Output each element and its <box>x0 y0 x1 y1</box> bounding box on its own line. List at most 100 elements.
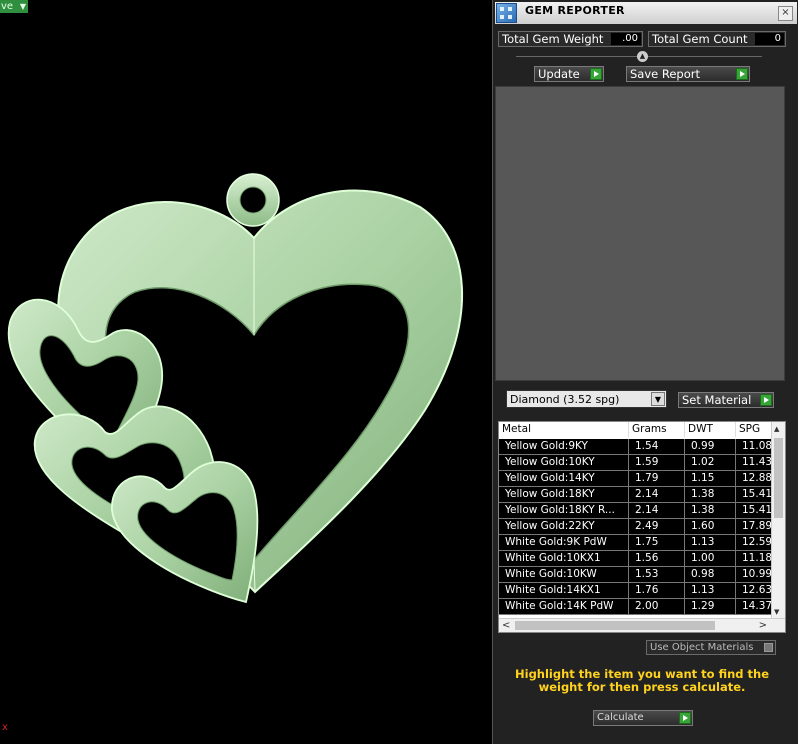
table-cell-grams: 1.75 <box>629 535 685 550</box>
table-cell-spg: 14.37 <box>736 599 776 614</box>
table-cell-grams: 1.53 <box>629 567 685 582</box>
table-row[interactable]: White Gold:10KW 1.53 0.98 10.99 <box>499 567 776 583</box>
table-header: Metal Grams DWT SPG <box>499 422 776 437</box>
play-arrow-icon <box>760 394 772 406</box>
scroll-left-icon[interactable]: < <box>502 620 510 631</box>
heart-pendant-model <box>7 173 463 604</box>
chevron-down-icon[interactable]: ▼ <box>651 392 665 406</box>
table-cell-dwt: 1.00 <box>685 551 736 566</box>
use-object-materials-toggle[interactable]: Use Object Materials <box>646 640 776 655</box>
table-cell-grams: 2.14 <box>629 503 685 518</box>
scrollbar-thumb[interactable] <box>774 438 783 518</box>
table-cell-spg: 11.08 <box>736 439 776 454</box>
table-row[interactable]: White Gold:9K PdW 1.75 1.13 12.59 <box>499 535 776 551</box>
table-vertical-scrollbar[interactable]: ▲ ▼ <box>771 422 785 618</box>
table-cell-dwt: 1.38 <box>685 487 736 502</box>
table-cell-dwt: 1.15 <box>685 471 736 486</box>
gem-material-select[interactable]: Diamond (3.52 spg) ▼ <box>506 390 667 408</box>
play-arrow-icon <box>679 712 691 724</box>
table-horizontal-scrollbar[interactable]: < > <box>499 618 785 632</box>
table-cell-metal: White Gold:9K PdW <box>499 535 629 550</box>
total-gem-weight-value: .00 <box>611 33 641 45</box>
table-row[interactable]: Yellow Gold:14KY 1.79 1.15 12.88 <box>499 471 776 487</box>
gem-material-select-value: Diamond (3.52 spg) <box>510 393 620 406</box>
update-button[interactable]: Update <box>534 66 604 82</box>
play-arrow-icon <box>590 68 602 80</box>
table-cell-metal: Yellow Gold:14KY <box>499 471 629 486</box>
table-cell-metal: Yellow Gold:18KY <box>499 487 629 502</box>
total-gem-count-box: Total Gem Count 0 <box>648 31 786 47</box>
table-row[interactable]: Yellow Gold:10KY 1.59 1.02 11.43 <box>499 455 776 471</box>
table-cell-metal: Yellow Gold:10KY <box>499 455 629 470</box>
column-header-grams[interactable]: Grams <box>629 422 685 437</box>
close-icon[interactable]: × <box>778 6 793 21</box>
table-cell-metal: Yellow Gold:9KY <box>499 439 629 454</box>
scroll-down-icon[interactable]: ▼ <box>774 608 779 616</box>
table-row[interactable]: White Gold:14KX1 1.76 1.13 12.63 <box>499 583 776 599</box>
table-cell-dwt: 1.13 <box>685 583 736 598</box>
set-material-button[interactable]: Set Material <box>678 392 774 408</box>
save-report-button[interactable]: Save Report <box>626 66 750 82</box>
axis-x-label: x <box>2 722 8 733</box>
scroll-right-icon[interactable]: > <box>759 620 767 631</box>
total-gem-count-value: 0 <box>755 33 784 45</box>
metal-weight-table[interactable]: Metal Grams DWT SPG Yellow Gold:9KY 1.54 0… <box>498 421 786 633</box>
table-cell-metal: White Gold:14K PdW <box>499 599 629 614</box>
table-cell-spg: 12.59 <box>736 535 776 550</box>
table-row[interactable]: Yellow Gold:22KY 2.49 1.60 17.89 <box>499 519 776 535</box>
table-row[interactable]: Yellow Gold:18KY 2.14 1.38 15.41 <box>499 487 776 503</box>
small-heart-bottom <box>111 461 259 604</box>
play-arrow-icon <box>736 68 748 80</box>
column-header-spg[interactable]: SPG <box>736 422 776 437</box>
collapse-up-icon[interactable]: ▲ <box>637 51 648 62</box>
calculate-button[interactable]: Calculate <box>593 710 693 726</box>
use-object-materials-label: Use Object Materials <box>650 642 754 653</box>
table-row[interactable]: Yellow Gold:18KY R... 2.14 1.38 15.41 <box>499 503 776 519</box>
table-cell-grams: 1.59 <box>629 455 685 470</box>
table-cell-spg: 15.41 <box>736 503 776 518</box>
total-gem-count-label: Total Gem Count <box>652 32 748 46</box>
column-header-dwt[interactable]: DWT <box>685 422 736 437</box>
table-body: Yellow Gold:9KY 1.54 0.99 11.08 Yellow Gold:… <box>499 439 776 615</box>
update-button-label: Update <box>538 67 580 81</box>
checkbox-icon[interactable] <box>764 643 773 652</box>
set-material-button-label: Set Material <box>682 393 752 407</box>
bail-ring <box>226 173 280 227</box>
table-row[interactable]: White Gold:10KX1 1.56 1.00 11.18 <box>499 551 776 567</box>
table-cell-grams: 1.76 <box>629 583 685 598</box>
table-cell-grams: 2.00 <box>629 599 685 614</box>
table-cell-grams: 2.14 <box>629 487 685 502</box>
column-header-metal[interactable]: Metal <box>499 422 629 437</box>
3d-viewport[interactable]: ve ▼ x <box>0 0 492 744</box>
table-cell-metal: Yellow Gold:22KY <box>499 519 629 534</box>
table-cell-dwt: 1.38 <box>685 503 736 518</box>
table-cell-spg: 10.99 <box>736 567 776 582</box>
table-cell-dwt: 0.99 <box>685 439 736 454</box>
instruction-text: Highlight the item you want to find the … <box>515 667 769 694</box>
table-cell-grams: 1.54 <box>629 439 685 454</box>
gem-preview-area <box>495 86 785 381</box>
table-cell-dwt: 1.29 <box>685 599 736 614</box>
table-cell-dwt: 1.02 <box>685 455 736 470</box>
table-cell-spg: 11.18 <box>736 551 776 566</box>
table-cell-metal: White Gold:10KX1 <box>499 551 629 566</box>
table-cell-metal: White Gold:10KW <box>499 567 629 582</box>
table-cell-metal: Yellow Gold:18KY R... <box>499 503 629 518</box>
gem-reporter-logo-icon <box>496 3 517 23</box>
calculate-button-label: Calculate <box>597 712 644 723</box>
table-cell-grams: 2.49 <box>629 519 685 534</box>
table-cell-grams: 1.56 <box>629 551 685 566</box>
table-row[interactable]: White Gold:14K PdW 2.00 1.29 14.37 <box>499 599 776 615</box>
table-cell-spg: 12.88 <box>736 471 776 486</box>
axis-indicator: x <box>2 722 8 733</box>
save-report-button-label: Save Report <box>630 67 701 81</box>
scrollbar-thumb[interactable] <box>515 621 715 630</box>
total-gem-weight-label: Total Gem Weight <box>502 32 604 46</box>
table-cell-metal: White Gold:14KX1 <box>499 583 629 598</box>
table-cell-dwt: 1.60 <box>685 519 736 534</box>
scroll-up-icon[interactable]: ▲ <box>774 425 779 433</box>
table-row[interactable]: Yellow Gold:9KY 1.54 0.99 11.08 <box>499 439 776 455</box>
panel-title: GEM REPORTER <box>525 4 625 17</box>
table-cell-dwt: 1.13 <box>685 535 736 550</box>
panel-titlebar[interactable]: GEM REPORTER × <box>495 2 797 24</box>
